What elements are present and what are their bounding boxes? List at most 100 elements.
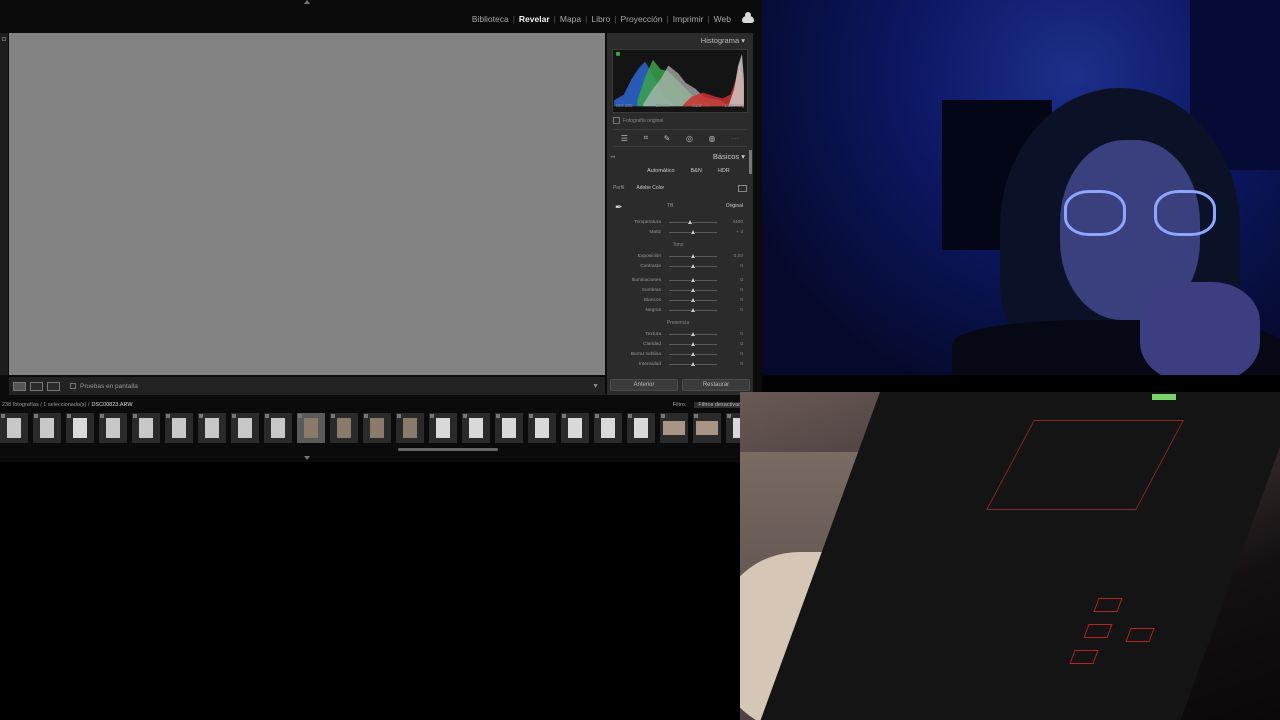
filmstrip-thumb[interactable] bbox=[693, 413, 721, 443]
basic-panel-switch-icon[interactable]: ◂◂ bbox=[610, 154, 615, 160]
slider-thumb[interactable] bbox=[690, 361, 695, 366]
slider-thumb[interactable] bbox=[690, 253, 695, 258]
slider-track[interactable] bbox=[669, 341, 717, 346]
top-panel-toggle-icon[interactable] bbox=[304, 0, 310, 4]
red-eye-icon[interactable]: ◎ bbox=[686, 134, 693, 143]
filmstrip-thumb[interactable] bbox=[231, 413, 259, 443]
wb-dropdown[interactable]: Original bbox=[726, 203, 743, 209]
filmstrip-thumb[interactable] bbox=[660, 413, 688, 443]
histogram-title[interactable]: Histograma ▾ bbox=[701, 36, 745, 45]
filmstrip-thumb[interactable] bbox=[330, 413, 358, 443]
mask-icon[interactable]: ◍ bbox=[709, 134, 716, 143]
profile-browser-icon[interactable] bbox=[738, 185, 747, 192]
left-panel-collapsed[interactable] bbox=[0, 33, 8, 375]
filmstrip-thumb[interactable] bbox=[495, 413, 523, 443]
module-1[interactable]: Revelar bbox=[516, 14, 553, 24]
treatment-hdr-button[interactable]: HDR bbox=[718, 168, 730, 174]
slider-value[interactable]: 0,00 bbox=[734, 254, 743, 259]
slider-row: Exposición 0,00 bbox=[613, 252, 743, 260]
slider-track[interactable] bbox=[669, 361, 717, 366]
filmstrip-thumb[interactable] bbox=[561, 413, 589, 443]
filmstrip-thumb[interactable] bbox=[528, 413, 556, 443]
filmstrip-thumb[interactable] bbox=[66, 413, 94, 443]
edit-sliders-icon[interactable]: ☰ bbox=[621, 134, 628, 143]
loupe-view-button[interactable] bbox=[13, 381, 26, 391]
slider-value[interactable]: 4400 bbox=[732, 220, 743, 225]
filmstrip-thumb[interactable] bbox=[264, 413, 292, 443]
soft-proof-checkbox[interactable] bbox=[70, 383, 76, 389]
slider-row: Borrar neblina 0 bbox=[613, 350, 743, 358]
before-after-swap-button[interactable] bbox=[47, 381, 60, 391]
filmstrip-scrollbar[interactable] bbox=[398, 448, 498, 451]
slider-value[interactable]: 0 bbox=[740, 362, 743, 367]
shadow-clip-indicator[interactable] bbox=[616, 51, 620, 56]
module-6[interactable]: Web bbox=[711, 14, 734, 24]
cloud-sync-icon[interactable] bbox=[742, 11, 754, 23]
slider-track[interactable] bbox=[669, 229, 717, 234]
photo-canvas[interactable] bbox=[9, 33, 605, 375]
filmstrip-thumb[interactable] bbox=[99, 413, 127, 443]
filmstrip-thumb[interactable] bbox=[198, 413, 226, 443]
slider-thumb[interactable] bbox=[690, 351, 695, 356]
slider-value[interactable]: 0 bbox=[740, 278, 743, 283]
slider-thumb[interactable] bbox=[690, 297, 695, 302]
slider-track[interactable] bbox=[669, 307, 717, 312]
bottom-panel-toggle-icon[interactable] bbox=[304, 456, 310, 460]
slider-thumb[interactable] bbox=[690, 331, 695, 336]
basic-panel-header[interactable]: Básicos ▾ bbox=[713, 152, 745, 161]
more-tools-icon[interactable]: ··· bbox=[731, 134, 739, 143]
module-2[interactable]: Mapa bbox=[557, 14, 584, 24]
slider-value[interactable]: 0 bbox=[740, 264, 743, 269]
filmstrip-thumb[interactable] bbox=[132, 413, 160, 443]
slider-value[interactable]: 0 bbox=[740, 298, 743, 303]
slider-thumb[interactable] bbox=[690, 287, 695, 292]
slider-value[interactable]: 0 bbox=[740, 288, 743, 293]
filmstrip-thumb[interactable] bbox=[297, 413, 325, 443]
filmstrip-thumb[interactable] bbox=[0, 413, 28, 443]
right-panel-scrollbar[interactable] bbox=[749, 150, 752, 174]
crop-icon[interactable]: ⌗ bbox=[644, 133, 649, 143]
slider-track[interactable] bbox=[669, 263, 717, 268]
slider-track[interactable] bbox=[669, 297, 717, 302]
slider-value[interactable]: 0 bbox=[740, 332, 743, 337]
toolbar-menu-chevron-icon[interactable]: ▼ bbox=[592, 383, 599, 390]
treatment-auto-button[interactable]: Automático bbox=[647, 168, 675, 174]
slider-thumb[interactable] bbox=[690, 307, 695, 312]
slider-thumb[interactable] bbox=[690, 341, 695, 346]
eyedropper-icon[interactable]: ✒ bbox=[615, 202, 623, 213]
slider-value[interactable]: 0 bbox=[740, 352, 743, 357]
filmstrip-thumb[interactable] bbox=[363, 413, 391, 443]
filmstrip-thumb[interactable] bbox=[594, 413, 622, 443]
previous-button[interactable]: Anterior bbox=[610, 379, 678, 391]
filmstrip-thumb[interactable] bbox=[627, 413, 655, 443]
module-3[interactable]: Libro bbox=[588, 14, 613, 24]
slider-track[interactable] bbox=[669, 219, 717, 224]
original-photo-checkbox[interactable]: Fotografía original bbox=[613, 117, 663, 124]
filmstrip-thumb[interactable] bbox=[396, 413, 424, 443]
slider-track[interactable] bbox=[669, 253, 717, 258]
filmstrip-thumb[interactable] bbox=[462, 413, 490, 443]
slider-track[interactable] bbox=[669, 351, 717, 356]
module-5[interactable]: Imprimir bbox=[670, 14, 707, 24]
heal-icon[interactable]: ✎ bbox=[664, 134, 671, 143]
treatment-bw-button[interactable]: B&N bbox=[691, 168, 702, 174]
slider-value[interactable]: + 4 bbox=[736, 230, 743, 235]
profile-dropdown[interactable]: Adobe Color bbox=[636, 185, 664, 192]
filmstrip-thumb[interactable] bbox=[429, 413, 457, 443]
filmstrip-filename[interactable]: DSC00823.ARW bbox=[91, 402, 132, 408]
slider-thumb[interactable] bbox=[688, 219, 693, 224]
slider-track[interactable] bbox=[669, 331, 717, 336]
reset-button[interactable]: Restaurar bbox=[682, 379, 750, 391]
filmstrip-thumb[interactable] bbox=[33, 413, 61, 443]
slider-value[interactable]: 0 bbox=[740, 308, 743, 313]
slider-thumb[interactable] bbox=[690, 277, 695, 282]
slider-track[interactable] bbox=[669, 277, 717, 282]
slider-value[interactable]: 0 bbox=[740, 342, 743, 347]
slider-thumb[interactable] bbox=[690, 263, 695, 268]
slider-thumb[interactable] bbox=[691, 229, 696, 234]
module-4[interactable]: Proyección bbox=[617, 14, 665, 24]
before-after-button[interactable] bbox=[30, 381, 43, 391]
slider-track[interactable] bbox=[669, 287, 717, 292]
filmstrip-thumb[interactable] bbox=[165, 413, 193, 443]
module-0[interactable]: Biblioteca bbox=[469, 14, 512, 24]
